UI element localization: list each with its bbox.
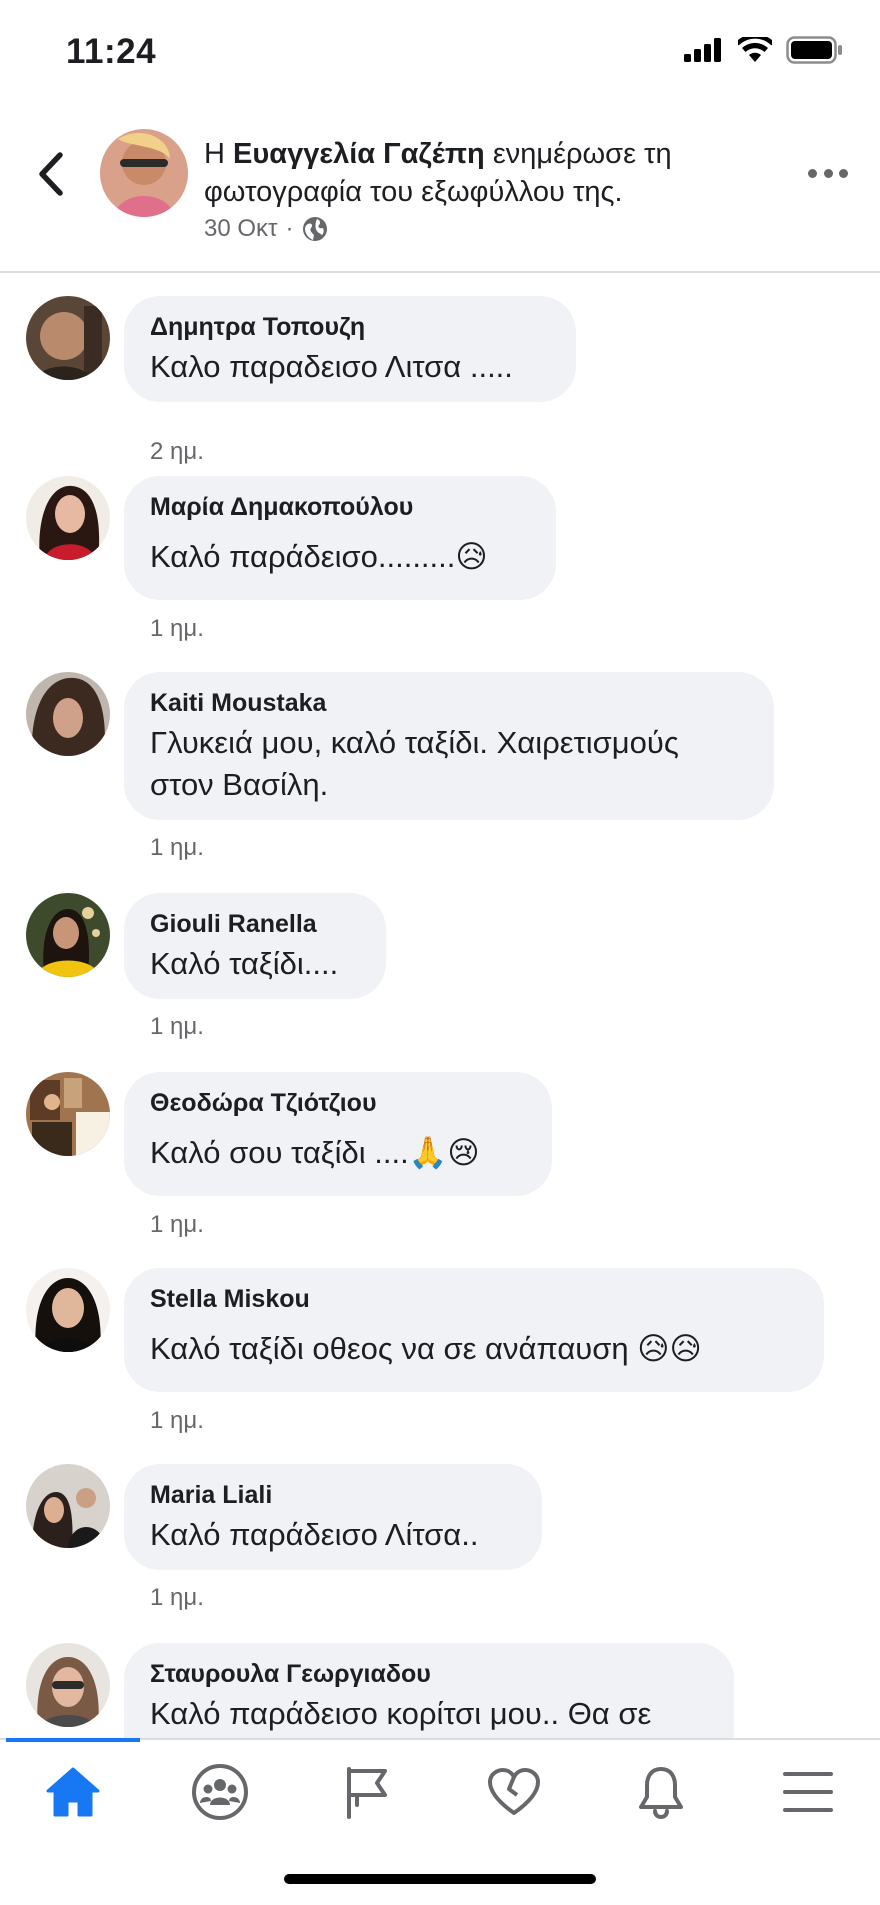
home-indicator[interactable] xyxy=(284,1874,596,1884)
commenter-name[interactable]: Θεοδώρα Τζιότζιου xyxy=(150,1086,526,1120)
commenter-avatar[interactable] xyxy=(26,1464,110,1548)
more-options-button[interactable] xyxy=(808,163,848,183)
comment-bubble[interactable]: Μαρία Δημακοπούλου Καλό παράδεισο.......… xyxy=(124,476,556,600)
globe-icon xyxy=(302,217,327,241)
post-title: Η Ευαγγελία Γαζέπη ενημέρωσε τη φωτογραφ… xyxy=(204,135,724,211)
groups-icon xyxy=(192,1764,248,1820)
comment-time[interactable]: 2 ημ. xyxy=(150,438,204,466)
comment-time[interactable]: 1 ημ. xyxy=(150,834,204,862)
cellular-signal-icon xyxy=(684,38,721,62)
active-tab-indicator xyxy=(6,1738,140,1742)
commenter-name[interactable]: Giouli Ranella xyxy=(150,907,360,941)
commenter-name[interactable]: Μαρία Δημακοπούλου xyxy=(150,490,530,524)
author-name[interactable]: Ευαγγελία Γαζέπη xyxy=(233,138,485,170)
comment-bubble[interactable]: Σταυρουλα Γεωργιαδου Καλό παράδεισο κορί… xyxy=(124,1643,734,1738)
pages-flag-icon xyxy=(347,1767,387,1819)
comment-time[interactable]: 1 ημ. xyxy=(150,1013,204,1041)
comment-text: Καλό ταξίδι.... xyxy=(150,946,339,981)
tab-notifications[interactable] xyxy=(631,1762,691,1822)
commenter-avatar[interactable] xyxy=(26,672,110,756)
commenter-name[interactable]: Σταυρουλα Γεωργιαδου xyxy=(150,1657,708,1691)
comment-text: Γλυκειά μου, καλό ταξίδι. Χαιρετισμούς σ… xyxy=(150,725,679,802)
dot-icon xyxy=(823,168,833,178)
commenter-avatar[interactable] xyxy=(26,296,110,380)
comment-time[interactable]: 1 ημ. xyxy=(150,615,204,643)
meta-separator: · xyxy=(285,215,294,242)
dot-icon xyxy=(808,168,817,178)
tab-home[interactable] xyxy=(43,1762,103,1822)
comment-text: Καλό σου ταξίδι ....🙏😢 xyxy=(150,1135,480,1170)
comment-bubble[interactable]: Giouli Ranella Καλό ταξίδι.... xyxy=(124,893,386,999)
tab-menu[interactable] xyxy=(778,1762,838,1822)
status-time: 11:24 xyxy=(66,32,157,71)
author-avatar[interactable] xyxy=(100,129,188,217)
comment-bubble[interactable]: Θεοδώρα Τζιότζιου Καλό σου ταξίδι ....🙏😢 xyxy=(124,1072,552,1196)
comment-time[interactable]: 1 ημ. xyxy=(150,1584,204,1612)
bottom-tab-bar xyxy=(0,1738,880,1840)
post-date[interactable]: 30 Οκτ xyxy=(204,215,278,243)
battery-icon xyxy=(786,36,842,64)
commenter-name[interactable]: Δημητρα Τοπουζη xyxy=(150,310,550,344)
commenter-name[interactable]: Maria Liali xyxy=(150,1478,516,1512)
comment-bubble[interactable]: Stella Miskou Καλό ταξίδι οθεος να σε αν… xyxy=(124,1268,824,1392)
notifications-bell-icon xyxy=(639,1767,683,1819)
dating-heart-icon xyxy=(488,1768,540,1815)
comment-bubble[interactable]: Kaiti Moustaka Γλυκειά μου, καλό ταξίδι.… xyxy=(124,672,774,820)
dot-icon xyxy=(839,168,848,178)
wifi-icon xyxy=(738,37,772,62)
post-title-prefix: Η xyxy=(204,138,225,170)
comment-text: Καλο παραδεισο Λιτσα ..... xyxy=(150,349,513,384)
back-chevron-icon[interactable] xyxy=(36,151,66,197)
comment-bubble[interactable]: Δημητρα Τοπουζη Καλο παραδεισο Λιτσα ...… xyxy=(124,296,576,402)
home-icon xyxy=(46,1767,100,1817)
commenter-avatar[interactable] xyxy=(26,476,110,560)
commenter-name[interactable]: Kaiti Moustaka xyxy=(150,686,748,720)
commenter-avatar[interactable] xyxy=(26,1268,110,1352)
post-meta: 30 Οκτ · xyxy=(204,215,328,243)
comment-time[interactable]: 1 ημ. xyxy=(150,1211,204,1239)
tab-pages[interactable] xyxy=(337,1762,397,1822)
commenter-name[interactable]: Stella Miskou xyxy=(150,1282,798,1316)
tab-groups[interactable] xyxy=(190,1762,250,1822)
status-icons xyxy=(684,36,844,64)
comment-text: Καλό παράδεισο Λίτσα.. xyxy=(150,1517,479,1552)
comments-list: Δημητρα Τοπουζη Καλο παραδεισο Λιτσα ...… xyxy=(0,272,880,1738)
commenter-avatar[interactable] xyxy=(26,1643,110,1727)
comment-time[interactable]: 1 ημ. xyxy=(150,1407,204,1435)
comment-text: Καλό παράδεισο.........😥 xyxy=(150,539,488,574)
status-bar: 11:24 xyxy=(0,0,880,105)
comment-bubble[interactable]: Maria Liali Καλό παράδεισο Λίτσα.. xyxy=(124,1464,542,1570)
menu-icon xyxy=(783,1772,833,1812)
comment-text: Καλό παράδεισο κορίτσι μου.. Θα σε xyxy=(150,1696,652,1731)
tab-dating[interactable] xyxy=(484,1762,544,1822)
commenter-avatar[interactable] xyxy=(26,893,110,977)
post-header: Η Ευαγγελία Γαζέπη ενημέρωσε τη φωτογραφ… xyxy=(0,105,880,273)
comment-text: Καλό ταξίδι οθεος να σε ανάπαυση 😥😥 xyxy=(150,1331,702,1366)
commenter-avatar[interactable] xyxy=(26,1072,110,1156)
